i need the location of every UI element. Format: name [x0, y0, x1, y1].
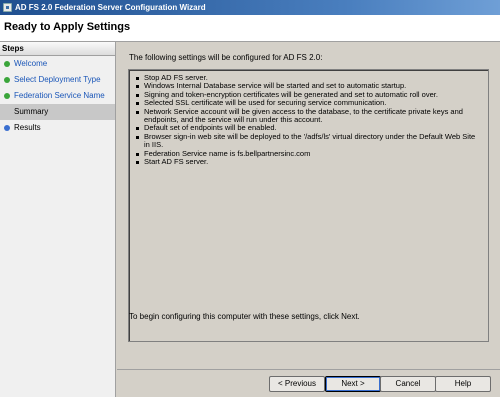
- next-button[interactable]: Next >: [325, 376, 381, 392]
- steps-heading: Steps: [0, 42, 115, 56]
- instruction-text: To begin configuring this computer with …: [129, 312, 360, 321]
- button-bar: < Previous Next > Cancel Help: [117, 369, 500, 397]
- help-button[interactable]: Help: [435, 376, 491, 392]
- settings-item: Network Service account will be given ac…: [135, 107, 482, 125]
- settings-item: Browser sign-in web site will be deploye…: [135, 132, 482, 150]
- steps-panel: Steps Welcome Select Deployment Type Fed…: [0, 42, 116, 397]
- settings-list: Stop AD FS server. Windows Internal Data…: [135, 73, 482, 166]
- main-content: The following settings will be configure…: [117, 42, 500, 369]
- step-welcome[interactable]: Welcome: [0, 56, 115, 72]
- step-current-icon: [4, 109, 10, 115]
- settings-summary-box[interactable]: Stop AD FS server. Windows Internal Data…: [128, 69, 489, 342]
- step-results: Results: [0, 120, 115, 136]
- step-label: Welcome: [14, 59, 48, 68]
- previous-button[interactable]: < Previous: [269, 376, 325, 392]
- settings-item: Start AD FS server.: [135, 157, 482, 166]
- step-complete-icon: [4, 77, 10, 83]
- step-label: Federation Service Name: [14, 91, 105, 100]
- page-title: Ready to Apply Settings: [4, 21, 131, 33]
- step-summary[interactable]: Summary: [0, 104, 115, 120]
- step-label: Results: [14, 123, 41, 132]
- window-title: AD FS 2.0 Federation Server Configuratio…: [15, 3, 206, 12]
- step-complete-icon: [4, 61, 10, 67]
- step-federation-service-name[interactable]: Federation Service Name: [0, 88, 115, 104]
- step-complete-icon: [4, 93, 10, 99]
- step-label: Summary: [14, 107, 49, 116]
- intro-text: The following settings will be configure…: [129, 53, 323, 62]
- window-title-bar[interactable]: AD FS 2.0 Federation Server Configuratio…: [0, 0, 500, 15]
- step-pending-icon: [4, 125, 10, 131]
- step-label: Select Deployment Type: [14, 75, 101, 84]
- page-header: Ready to Apply Settings: [0, 15, 500, 42]
- step-select-deployment-type[interactable]: Select Deployment Type: [0, 72, 115, 88]
- cancel-button[interactable]: Cancel: [380, 376, 436, 392]
- app-icon: [3, 3, 12, 12]
